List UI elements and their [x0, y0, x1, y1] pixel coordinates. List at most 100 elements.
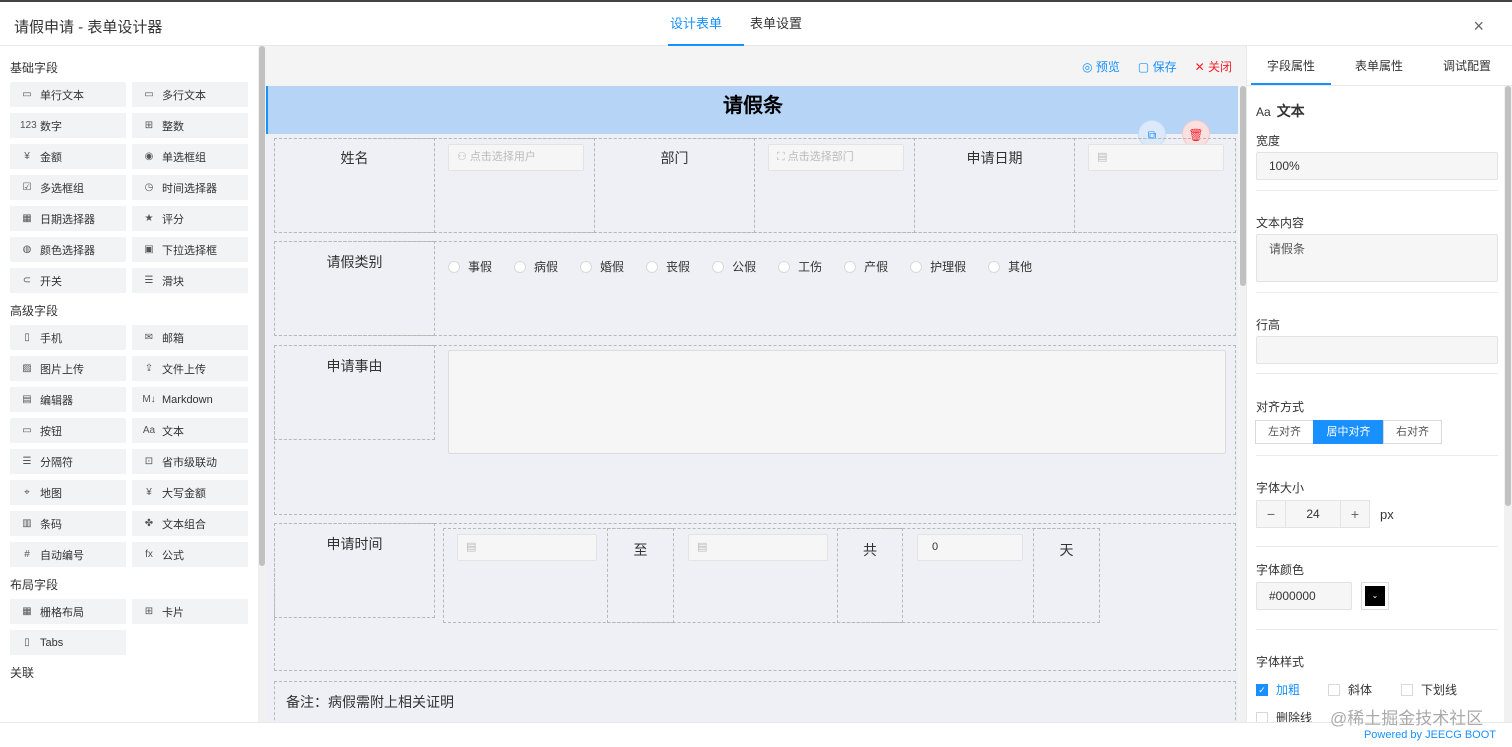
field-item[interactable]: 123 数字: [10, 113, 126, 138]
field-item[interactable]: ¥ 金额: [10, 144, 126, 169]
field-item-label: 图片上传: [40, 363, 84, 376]
field-icon: ☰: [22, 456, 32, 467]
font-size-input[interactable]: 24: [1286, 500, 1340, 528]
field-icon: ⌖: [24, 487, 30, 498]
bold-checkbox[interactable]: ✓ 加粗: [1256, 681, 1300, 698]
tab-debug-config[interactable]: 调试配置: [1423, 46, 1511, 85]
line-height-input[interactable]: [1256, 336, 1498, 364]
divider: [1256, 629, 1498, 630]
field-item[interactable]: ⊞ 整数: [132, 113, 248, 138]
start-date-input[interactable]: ▤: [457, 534, 597, 561]
palette-scroll-thumb[interactable]: [259, 46, 265, 566]
field-item-label: 文件上传: [162, 363, 206, 376]
field-item[interactable]: ▯ Tabs: [10, 630, 126, 655]
field-item[interactable]: ▤ 编辑器: [10, 387, 126, 412]
save-button[interactable]: ▢ 保存: [1138, 58, 1177, 75]
field-item[interactable]: ▨ 图片上传: [10, 356, 126, 381]
field-item[interactable]: ▣ 下拉选择框: [132, 237, 248, 262]
field-item[interactable]: ✉ 邮箱: [132, 325, 248, 350]
align-segmented: 左对齐 居中对齐 右对齐: [1255, 420, 1442, 444]
field-icon: ☰: [144, 275, 154, 286]
field-item[interactable]: ⌖ 地图: [10, 480, 126, 505]
underline-checkbox[interactable]: 下划线: [1401, 681, 1457, 698]
leave-type-radio[interactable]: 丧假: [646, 258, 690, 275]
align-right-option[interactable]: 右对齐: [1383, 420, 1442, 444]
leave-type-radio[interactable]: 婚假: [580, 258, 624, 275]
field-item-label: 评分: [162, 213, 184, 226]
field-item[interactable]: fx 公式: [132, 542, 248, 567]
user-select-input[interactable]: ⚇ 点击选择用户: [448, 144, 584, 171]
leave-type-radio[interactable]: 护理假: [910, 258, 966, 275]
tab-form-properties[interactable]: 表单属性: [1335, 46, 1423, 85]
leave-type-radio[interactable]: 公假: [712, 258, 756, 275]
field-item[interactable]: ▦ 栅格布局: [10, 599, 126, 624]
leave-type-radio[interactable]: 产假: [844, 258, 888, 275]
width-input[interactable]: 100%: [1256, 152, 1498, 180]
apply-date-input[interactable]: ▤: [1088, 144, 1224, 171]
field-item[interactable]: ¥ 大写金额: [132, 480, 248, 505]
field-item[interactable]: ⇪ 文件上传: [132, 356, 248, 381]
checkbox-box: [1328, 683, 1340, 696]
tab-field-properties[interactable]: 字段属性: [1247, 46, 1335, 85]
field-item-label: 邮箱: [162, 332, 184, 345]
field-item[interactable]: ☰ 分隔符: [10, 449, 126, 474]
palette-scrollbar[interactable]: [258, 46, 266, 722]
leave-type-radio[interactable]: 病假: [514, 258, 558, 275]
leave-type-radio[interactable]: 工伤: [778, 258, 822, 275]
field-item[interactable]: ▯ 手机: [10, 325, 126, 350]
content-textarea[interactable]: 请假条: [1256, 234, 1498, 282]
properties-scroll-thumb[interactable]: [1505, 86, 1511, 506]
align-left-option[interactable]: 左对齐: [1255, 420, 1314, 444]
reason-textarea[interactable]: [448, 350, 1226, 454]
field-item[interactable]: ⊡ 省市级联动: [132, 449, 248, 474]
field-icon: Aa: [142, 425, 156, 436]
watermark: @稀土掘金技术社区: [1330, 709, 1484, 728]
field-item[interactable]: ▥ 条码: [10, 511, 126, 536]
tab-design-form[interactable]: 设计表单: [667, 2, 745, 46]
field-item[interactable]: ☰ 滑块: [132, 268, 248, 293]
field-item[interactable]: ▭ 按钮: [10, 418, 126, 443]
days-input[interactable]: 0: [917, 534, 1023, 561]
group-title: 高级字段: [10, 304, 59, 318]
line-height-label: 行高: [1256, 318, 1281, 332]
field-item[interactable]: ◷ 时间选择器: [132, 175, 248, 200]
leave-type-radio-group: 事假 病假 婚假 丧假 公假 工伤 产假 护理假 其他: [448, 258, 1054, 275]
end-date-input[interactable]: ▤: [688, 534, 828, 561]
font-color-input[interactable]: #000000: [1256, 582, 1352, 610]
field-item[interactable]: ☑ 多选框组: [10, 175, 126, 200]
tab-form-settings[interactable]: 表单设置: [750, 2, 802, 46]
form-header-text[interactable]: 请假条: [266, 86, 1238, 134]
align-center-option[interactable]: 居中对齐: [1313, 420, 1384, 444]
field-icon: ☑: [22, 182, 32, 193]
field-item[interactable]: ◉ 单选框组: [132, 144, 248, 169]
italic-checkbox[interactable]: 斜体: [1328, 681, 1372, 698]
preview-button[interactable]: ◎ 预览: [1082, 58, 1120, 75]
close-icon[interactable]: ×: [1473, 16, 1484, 37]
field-item[interactable]: # 自动编号: [10, 542, 126, 567]
field-item[interactable]: Aa 文本: [132, 418, 248, 443]
decrement-button[interactable]: −: [1256, 500, 1286, 528]
field-icon: ◷: [144, 182, 154, 193]
color-swatch[interactable]: ⌄: [1361, 582, 1389, 610]
field-item[interactable]: ⊞ 卡片: [132, 599, 248, 624]
field-item-label: Markdown: [162, 393, 213, 406]
field-icon: ⊡: [144, 456, 154, 467]
field-item[interactable]: ⊂ 开关: [10, 268, 126, 293]
properties-scrollbar[interactable]: [1504, 86, 1512, 722]
field-icon: ▭: [22, 425, 32, 436]
field-item[interactable]: M↓ Markdown: [132, 387, 248, 412]
field-item[interactable]: ▭ 单行文本: [10, 82, 126, 107]
dept-select-input[interactable]: ⛶ 点击选择部门: [768, 144, 904, 171]
close-button[interactable]: ✕ 关闭: [1195, 58, 1232, 75]
leave-type-radio[interactable]: 事假: [448, 258, 492, 275]
increment-button[interactable]: +: [1340, 500, 1370, 528]
field-item[interactable]: ▭ 多行文本: [132, 82, 248, 107]
field-item[interactable]: ★ 评分: [132, 206, 248, 231]
field-icon: ◉: [144, 151, 154, 162]
field-item[interactable]: ◍ 颜色选择器: [10, 237, 126, 262]
leave-type-radio[interactable]: 其他: [988, 258, 1032, 275]
field-icon: ✉: [144, 332, 154, 343]
field-item[interactable]: ✤ 文本组合: [132, 511, 248, 536]
field-item-label: 大写金额: [162, 487, 206, 500]
field-item[interactable]: ▦ 日期选择器: [10, 206, 126, 231]
